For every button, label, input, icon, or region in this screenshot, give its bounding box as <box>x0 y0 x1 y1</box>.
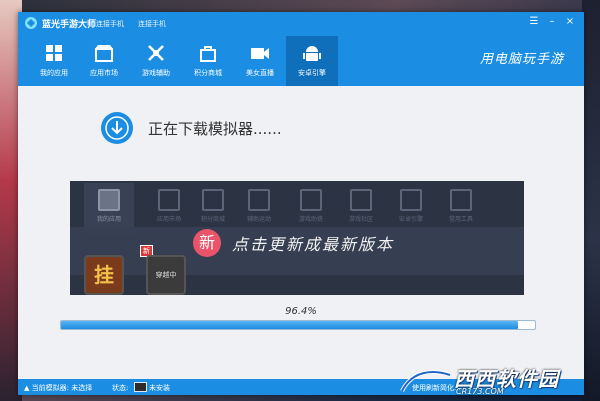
tab-app-market[interactable]: 应用市场 <box>78 36 130 86</box>
video-icon <box>251 48 269 59</box>
download-status-text: 正在下载模拟器...... <box>148 120 282 138</box>
grid-icon <box>46 45 62 61</box>
banner-nav-label: 安卓引擎 <box>398 216 423 223</box>
progress-fill <box>61 321 518 329</box>
banner-nav-item: 辅助运动 <box>234 189 284 223</box>
connect-phone-link-secondary[interactable]: 连接手机 <box>138 19 166 29</box>
tab-points-mall[interactable]: 积分商城 <box>182 36 234 86</box>
connect-phone-link[interactable]: 连接手机 <box>96 19 124 29</box>
banner-nav-item: 常用工具 <box>436 189 486 223</box>
close-button[interactable]: × <box>562 15 578 29</box>
tab-label: 安卓引擎 <box>298 69 326 77</box>
banner-nav-label: 常用工具 <box>448 216 473 223</box>
tab-label: 美女直播 <box>246 69 274 77</box>
download-icon <box>101 112 133 144</box>
install-status: 未安装 <box>149 384 170 392</box>
minimize-button[interactable]: – <box>544 15 560 29</box>
banner-nav-item: 应用市场 <box>144 189 194 223</box>
app-window: 蓝光手游大师 连接手机 连接手机 ☰ – × 我的应用 应用市场 游戏辅助 积分… <box>18 12 584 395</box>
game-tile: 穿越中 <box>146 255 186 295</box>
banner-nav-label: 我的应用 <box>96 216 121 223</box>
tab-game-assist[interactable]: 游戏辅助 <box>130 36 182 86</box>
banner-nav-item: 游戏助搭 <box>286 189 336 223</box>
tools-icon <box>350 189 372 211</box>
tools-icon <box>450 189 472 211</box>
banner-nav-label: 应用市场 <box>156 216 181 223</box>
banner-nav-item: 积分商城 <box>188 189 238 223</box>
desktop-background-right <box>582 0 600 401</box>
update-banner[interactable]: 我的应用 应用市场 积分商城 辅助运动 游戏助搭 游戏社区 安卓引擎 常用工具 … <box>70 181 524 295</box>
store-icon <box>158 189 180 211</box>
tab-my-apps[interactable]: 我的应用 <box>28 36 80 86</box>
monitor-icon <box>134 382 147 392</box>
app-logo-icon <box>25 17 37 29</box>
video-icon <box>300 189 322 211</box>
banner-nav-label: 游戏社区 <box>348 216 373 223</box>
skin-menu-button[interactable]: ☰ <box>526 15 542 29</box>
update-prompt-text: 点击更新成最新版本 <box>232 235 395 254</box>
bag-icon <box>202 189 224 211</box>
banner-nav-label: 积分商城 <box>200 216 225 223</box>
status-label: 状态: <box>112 384 129 392</box>
bag-icon <box>200 46 216 62</box>
tab-label: 游戏辅助 <box>142 69 170 77</box>
tab-android-engine[interactable]: 安卓引擎 <box>286 36 338 86</box>
banner-nav-label: 辅助运动 <box>246 216 271 223</box>
watermark: 西西软件园 CR173.COM <box>392 363 592 399</box>
tools-icon <box>148 45 164 61</box>
store-icon <box>95 45 113 62</box>
android-icon <box>303 46 321 61</box>
progress-percent: 96.4% <box>285 306 317 317</box>
watermark-url: CR173.COM <box>456 387 504 396</box>
title-bar: 蓝光手游大师 连接手机 连接手机 ☰ – × 我的应用 应用市场 游戏辅助 积分… <box>18 12 584 86</box>
tab-label: 积分商城 <box>194 69 222 77</box>
game-tile: 挂 <box>84 255 124 295</box>
banner-nav-item: 游戏社区 <box>336 189 386 223</box>
current-emulator-selector[interactable]: ▲ 当前模拟器: 未选择 <box>24 383 92 393</box>
tab-live-stream[interactable]: 美女直播 <box>234 36 286 86</box>
app-title: 蓝光手游大师 <box>42 20 97 30</box>
slogan: 用电脑玩手游 <box>479 52 564 67</box>
tab-label: 我的应用 <box>40 69 68 77</box>
banner-nav-label: 游戏助搭 <box>298 216 323 223</box>
new-badge: 新 <box>193 229 221 257</box>
download-progress-bar <box>60 320 536 330</box>
grid-icon <box>98 189 120 211</box>
tab-label: 应用市场 <box>90 69 118 77</box>
watermark-swoosh-icon <box>400 370 451 393</box>
tools-icon <box>248 189 270 211</box>
android-icon <box>400 189 422 211</box>
banner-nav-item: 安卓引擎 <box>386 189 436 223</box>
